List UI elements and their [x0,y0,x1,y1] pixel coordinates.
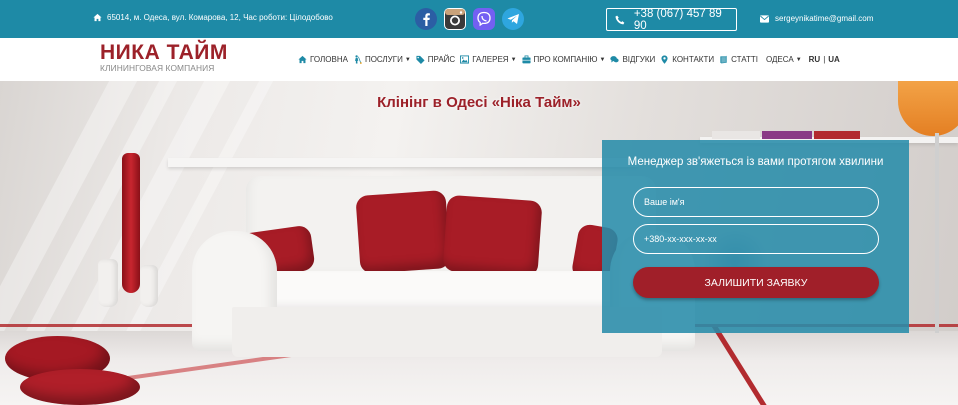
callback-form: Менеджер зв'яжеться із вами протягом хви… [602,140,909,333]
address-text: 65014, м. Одеса, вул. Комарова, 12, Час … [107,13,333,22]
pillow-decor [355,189,451,275]
city-selector[interactable]: ОДЕСА ▼ [766,55,802,64]
map-marker-icon [661,55,668,64]
books-decor [712,131,760,139]
comments-icon [610,56,620,63]
nav-item-label: СТАТТІ [731,55,758,64]
pillow-decor [20,369,140,405]
facebook-icon[interactable] [415,8,437,30]
phone-number: +38 (067) 457 89 90 [633,7,722,32]
address: 65014, м. Одеса, вул. Комарова, 12, Час … [93,13,333,22]
nav-item-reviews[interactable]: ВІДГУКИ [610,55,655,64]
vase-decor [98,259,118,307]
form-title: Менеджер зв'яжеться із вами протягом хви… [627,156,884,168]
telegram-icon[interactable] [502,8,524,30]
top-bar: 65014, м. Одеса, вул. Комарова, 12, Час … [0,0,958,38]
books-decor [814,131,860,139]
nav-item-label: ПОСЛУГИ [364,55,403,64]
main-menu: ГОЛОВНА ПОСЛУГИ ▼ ПРАЙС ГАЛЕРЕЯ ▼ ПРО КО… [298,55,840,64]
cleaner-icon [354,55,362,64]
lang-ru[interactable]: RU [809,55,821,64]
chevron-down-icon: ▼ [795,56,802,63]
picture-icon [460,55,470,64]
chevron-down-icon: ▼ [599,56,606,63]
chevron-down-icon: ▼ [510,56,517,63]
vase-decor [122,153,140,293]
email-link[interactable]: sergeynikatime@gmail.com [760,14,873,23]
tags-icon [416,55,425,64]
book-icon [720,55,727,64]
nav-item-label: КОНТАКТИ [672,55,715,64]
nav-item-services[interactable]: ПОСЛУГИ ▼ [353,55,411,64]
nav-item-label: ПРАЙС [427,55,456,64]
home-icon [298,55,307,64]
nav-item-price[interactable]: ПРАЙС [416,55,455,64]
submit-request-button[interactable]: ЗАЛИШИТИ ЗАЯВКУ [633,267,879,298]
sofa-decor [232,307,662,357]
sofa-decor [232,271,662,309]
lang-separator: | [823,55,826,64]
logo-subtitle: КЛИНИНГОВАЯ КОМПАНИЯ [100,63,215,73]
phone-link[interactable]: +38 (067) 457 89 90 [606,7,737,32]
wall-shelf [168,158,638,167]
envelope-icon [760,14,769,23]
logo-brand: НИКА ТАЙМ [100,41,228,64]
pillow-decor [442,194,543,278]
nav-item-label: ПРО КОМПАНІЮ [533,55,598,64]
vase-decor [140,265,158,307]
city-label: ОДЕСА [765,55,794,64]
social-links [415,8,524,30]
lang-ua[interactable]: UA [828,55,840,64]
nav-item-about[interactable]: ПРО КОМПАНІЮ ▼ [521,55,606,64]
email-text: sergeynikatime@gmail.com [775,14,874,23]
name-input[interactable] [633,187,879,217]
briefcase-icon [521,55,531,64]
home-icon [93,13,102,22]
nav-item-gallery[interactable]: ГАЛЕРЕЯ ▼ [460,55,517,64]
instagram-icon[interactable] [444,8,466,30]
nav-bar: НИКА ТАЙМ КЛИНИНГОВАЯ КОМПАНИЯ ГОЛОВНА П… [0,38,958,81]
phone-input[interactable] [633,224,879,254]
books-decor [762,131,812,139]
nav-item-label: ГАЛЕРЕЯ [472,55,509,64]
nav-item-contacts[interactable]: КОНТАКТИ [660,55,714,64]
nav-item-home[interactable]: ГОЛОВНА [298,55,348,64]
nav-item-label: ВІДГУКИ [622,55,656,64]
phone-icon [615,15,625,24]
hero-section: Клінінг в Одесі «Ніка Тайм» Менеджер зв'… [0,81,958,405]
floor-lamp-decor [935,133,939,333]
viber-icon[interactable] [473,8,495,30]
hero-title: Клінінг в Одесі «Ніка Тайм» [377,94,581,111]
nav-item-articles[interactable]: СТАТТІ [719,55,758,64]
nav-item-label: ГОЛОВНА [310,55,348,64]
logo[interactable]: НИКА ТАЙМ КЛИНИНГОВАЯ КОМПАНИЯ [100,42,228,73]
chevron-down-icon: ▼ [404,56,411,63]
